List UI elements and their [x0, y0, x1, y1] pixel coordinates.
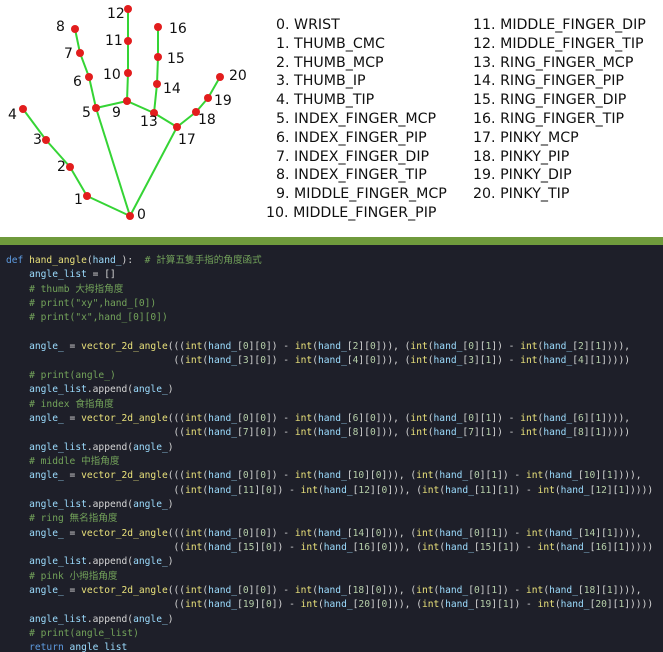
- code-line: # thumb 大拇指角度: [29, 283, 124, 295]
- hand-landmarks-figure: 0 1 2 3 4 5 6 7 8 9 10 11 12 13 14 15 16 17 18 19 20 0. WRIS…: [0, 0, 663, 237]
- landmark-legend-item: 3. THUMB_IP: [276, 73, 366, 90]
- code-line: return angle_list: [29, 642, 128, 652]
- code-line: ((int(hand_[3][0]) - int(hand_[4][0])), …: [6, 355, 631, 367]
- code-line: # print("xy",hand_[0]): [29, 298, 157, 310]
- code-line: ((int(hand_[19][0]) - int(hand_[20][0]))…: [6, 599, 654, 611]
- landmark-legend-item: 2. THUMB_MCP: [276, 54, 384, 71]
- code-line: def hand_angle(hand_): # 計算五隻手指的角度函式: [6, 255, 262, 266]
- code-line: angle_list = []: [29, 269, 116, 281]
- landmark-legend-item: 18. PINKY_PIP: [473, 148, 570, 165]
- code-line: # print(angle_list): [29, 628, 139, 640]
- code-line: angle_list.append(angle_): [29, 556, 174, 568]
- landmark-legend-item: 9. MIDDLE_FINGER_MCP: [276, 186, 447, 203]
- code-line: angle_ = vector_2d_angle(((int(hand_[0][…: [29, 585, 642, 597]
- code-line: # index 食指角度: [29, 398, 114, 410]
- landmark-legend-item: 5. INDEX_FINGER_MCP: [276, 111, 437, 127]
- code-editor[interactable]: def hand_angle(hand_): # 計算五隻手指的角度函式 ang…: [0, 245, 663, 652]
- landmark-point: [124, 5, 132, 13]
- code-line: # pink 小拇指角度: [29, 570, 118, 582]
- landmark-legend-item: 6. INDEX_FINGER_PIP: [276, 129, 427, 146]
- code-line: # middle 中指角度: [29, 455, 120, 467]
- landmark-legend: 0. WRIST 1. THUMB_CMC 2. THUMB_MCP 3. THUMB…: [0, 16, 663, 231]
- landmark-legend-item: 17. PINKY_MCP: [473, 129, 579, 146]
- landmark-legend-item: 1. THUMB_CMC: [276, 35, 385, 52]
- code-line: angle_ = vector_2d_angle(((int(hand_[0][…: [29, 412, 631, 424]
- code-line: ((int(hand_[7][0]) - int(hand_[8][0])), …: [6, 427, 631, 439]
- code-line: ((int(hand_[11][0]) - int(hand_[12][0]))…: [6, 484, 654, 496]
- landmark-legend-item: 19. PINKY_DIP: [473, 167, 572, 184]
- landmark-legend-item: 4. THUMB_TIP: [276, 92, 375, 109]
- code-line: angle_list.append(angle_): [29, 613, 174, 625]
- code-line: angle_ = vector_2d_angle(((int(hand_[0][…: [29, 470, 642, 482]
- code-line: # ring 無名指角度: [29, 513, 118, 525]
- landmark-legend-item: 12. MIDDLE_FINGER_TIP: [473, 35, 644, 52]
- landmark-legend-item: 7. INDEX_FINGER_DIP: [276, 148, 430, 165]
- code-line: # print(angle_): [29, 369, 116, 381]
- code-line: # print("x",hand_[0][0]): [29, 312, 168, 324]
- landmark-legend-item: 0. WRIST: [276, 17, 340, 33]
- code-line: angle_ = vector_2d_angle(((int(hand_[0][…: [29, 527, 642, 539]
- landmark-legend-item: 13. RING_FINGER_MCP: [473, 54, 634, 71]
- code-line: angle_list.append(angle_): [29, 498, 174, 510]
- landmark-legend-item: 16. RING_FINGER_TIP: [473, 111, 625, 127]
- landmark-legend-item: 20. PINKY_TIP: [473, 186, 570, 203]
- code-line: angle_list.append(angle_): [29, 441, 174, 453]
- code-line: ((int(hand_[15][0]) - int(hand_[16][0]))…: [6, 542, 654, 553]
- section-divider: [0, 237, 663, 245]
- landmark-legend-item: 15. RING_FINGER_DIP: [473, 92, 627, 109]
- landmark-legend-item: 10. MIDDLE_FINGER_PIP: [266, 205, 437, 221]
- landmark-legend-item: 11. MIDDLE_FINGER_DIP: [473, 17, 646, 33]
- landmark-legend-item: 8. INDEX_FINGER_TIP: [276, 167, 427, 184]
- landmark-legend-item: 14. RING_FINGER_PIP: [473, 73, 624, 90]
- code-line: angle_list.append(angle_): [29, 384, 174, 396]
- code-line: angle_ = vector_2d_angle(((int(hand_[0][…: [29, 341, 631, 353]
